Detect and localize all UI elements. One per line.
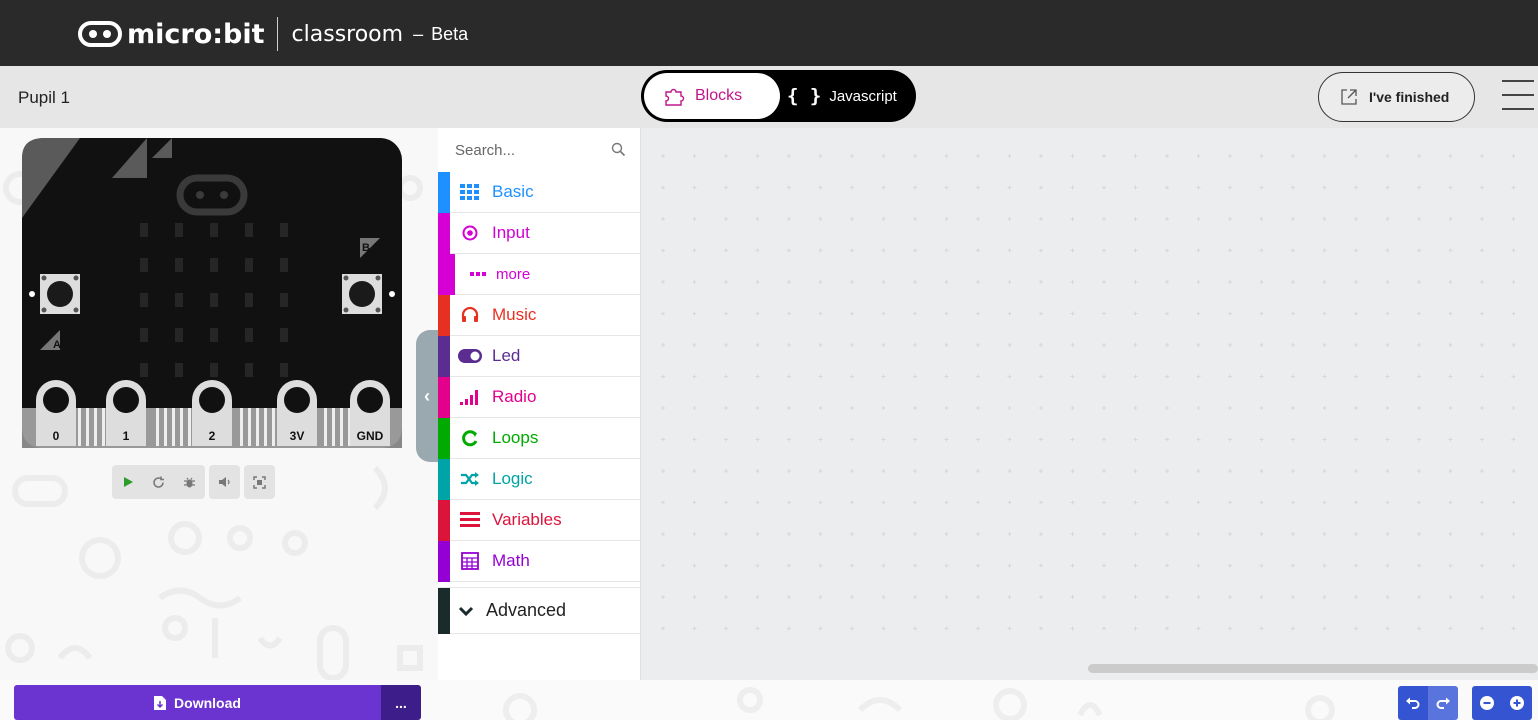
- category-math[interactable]: Math: [438, 541, 640, 582]
- brand-logo[interactable]: micro:bit classroom – Beta: [78, 14, 468, 54]
- category-label: Led: [492, 346, 521, 365]
- menu-bar: Pupil 1 Blocks { } Javascript I've finis…: [0, 66, 1538, 128]
- brand-divider: [276, 17, 278, 51]
- download-button[interactable]: Download: [14, 685, 381, 720]
- pin-0[interactable]: 0: [36, 380, 76, 446]
- category-music[interactable]: Music: [438, 295, 640, 336]
- javascript-mode-button[interactable]: { } Javascript: [787, 73, 897, 119]
- blocks-mode-button[interactable]: Blocks: [644, 73, 780, 119]
- editor-mode-toggle: Blocks { } Javascript: [641, 70, 916, 122]
- blocks-mode-label: Blocks: [695, 87, 743, 104]
- category-loops[interactable]: Loops: [438, 418, 640, 459]
- external-link-icon: [1341, 89, 1357, 105]
- headphones-icon: [458, 307, 482, 323]
- brand-dash: –: [413, 23, 424, 44]
- sound-icon[interactable]: [209, 465, 240, 499]
- category-label: more: [496, 265, 531, 283]
- button-a-label: A: [53, 339, 61, 351]
- category-label: Input: [492, 223, 530, 242]
- category-basic[interactable]: Basic: [438, 172, 640, 213]
- zoom-out-button[interactable]: [1472, 686, 1502, 720]
- category-label: Music: [492, 305, 537, 324]
- category-label: Loops: [492, 428, 539, 447]
- pin-label: 0: [53, 429, 60, 443]
- category-input[interactable]: Input: [438, 213, 640, 254]
- pin-3v[interactable]: 3V: [277, 380, 317, 446]
- search-icon[interactable]: [611, 142, 626, 157]
- pin-label: 2: [209, 429, 216, 443]
- toggle-icon: [458, 349, 482, 363]
- undo-redo-group: [1398, 686, 1458, 720]
- download-options-button[interactable]: ...: [381, 685, 421, 720]
- braces-icon: { }: [787, 85, 822, 107]
- zoom-group: [1472, 686, 1532, 720]
- category-label: Basic: [492, 182, 534, 201]
- calculator-icon: [458, 552, 482, 570]
- pin-label: 1: [123, 429, 130, 443]
- finished-button[interactable]: I've finished: [1318, 72, 1475, 122]
- toolbox: Search... Basic Input more Music Led Rad…: [438, 128, 641, 680]
- top-bar: micro:bit classroom – Beta: [0, 0, 1538, 66]
- target-icon: [458, 225, 482, 241]
- download-file-icon: [154, 695, 167, 710]
- pin-gnd[interactable]: GND: [350, 380, 390, 446]
- download-label: Download: [174, 694, 241, 711]
- undo-button[interactable]: [1398, 686, 1428, 720]
- category-variables[interactable]: Variables: [438, 500, 640, 541]
- workspace-grid: [661, 154, 1516, 631]
- brand-subtitle: classroom: [291, 21, 404, 47]
- pin-2[interactable]: 2: [192, 380, 232, 446]
- pupil-name: Pupil 1: [18, 88, 70, 107]
- pin-label: GND: [357, 429, 384, 443]
- zoom-in-button[interactable]: [1502, 686, 1532, 720]
- simulator-panel: A B 0 1 2 3V GND: [0, 128, 438, 720]
- microbit-board[interactable]: A B 0 1 2 3V GND: [22, 138, 402, 448]
- category-label: Logic: [492, 469, 533, 488]
- dots-icon: [470, 271, 486, 277]
- collapse-simulator-button[interactable]: ‹: [416, 330, 438, 462]
- restart-icon[interactable]: [143, 465, 174, 499]
- blocks-workspace[interactable]: [641, 128, 1538, 680]
- category-radio[interactable]: Radio: [438, 377, 640, 418]
- shuffle-icon: [458, 471, 482, 487]
- category-input-more[interactable]: more: [438, 254, 640, 295]
- zoom-in-icon: [1510, 696, 1524, 710]
- toolbox-search[interactable]: Search...: [438, 128, 640, 172]
- javascript-mode-label: Javascript: [829, 87, 897, 105]
- debug-bug-icon[interactable]: [174, 465, 205, 499]
- chevron-down-icon: [458, 606, 474, 616]
- brand-name: micro:bit: [127, 18, 265, 50]
- pin-1[interactable]: 1: [106, 380, 146, 446]
- horizontal-scrollbar[interactable]: [1088, 664, 1538, 673]
- hamburger-menu-icon[interactable]: [1502, 80, 1534, 116]
- signal-icon: [458, 389, 482, 405]
- category-logic[interactable]: Logic: [438, 459, 640, 500]
- redo-icon: [1436, 697, 1450, 709]
- simulator-toolbar: [112, 465, 275, 499]
- grid-crosses: [661, 154, 1516, 631]
- fullscreen-icon[interactable]: [244, 465, 275, 499]
- category-label: Variables: [492, 510, 562, 529]
- chevron-left-icon: ‹: [424, 385, 430, 406]
- category-label: Math: [492, 551, 530, 570]
- beta-label: Beta: [431, 23, 469, 44]
- microbit-logo-icon: [78, 21, 122, 47]
- category-led[interactable]: Led: [438, 336, 640, 377]
- advanced-label: Advanced: [486, 600, 567, 620]
- search-input[interactable]: Search...: [455, 142, 515, 159]
- puzzle-icon: [665, 88, 685, 106]
- pin-label: 3V: [290, 429, 305, 443]
- grid-icon: [458, 184, 482, 200]
- loop-icon: [458, 429, 482, 447]
- redo-button[interactable]: [1428, 686, 1458, 720]
- lines-icon: [458, 512, 482, 528]
- play-icon[interactable]: [112, 465, 143, 499]
- button-b-label: B: [362, 242, 370, 254]
- category-advanced[interactable]: Advanced: [438, 588, 640, 634]
- more-dots-icon: ...: [395, 694, 407, 711]
- finished-label: I've finished: [1369, 89, 1450, 105]
- undo-icon: [1406, 697, 1420, 709]
- zoom-out-icon: [1480, 696, 1494, 710]
- category-label: Radio: [492, 387, 537, 406]
